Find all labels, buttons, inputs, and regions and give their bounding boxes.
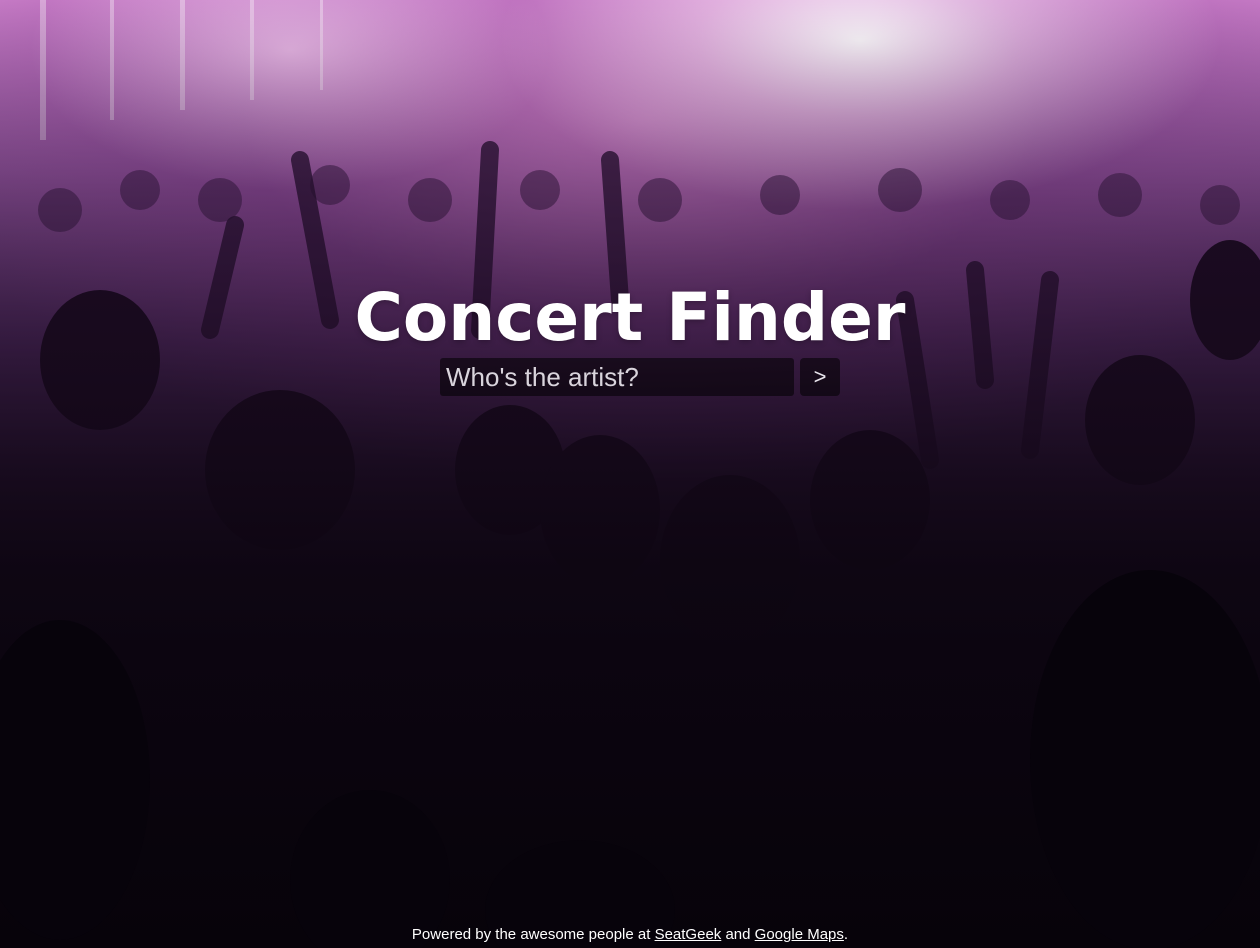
footer-middle: and [721,926,755,943]
concert-crowd-background [0,0,1260,948]
page-title: Concert Finder [354,279,906,356]
artist-search-form: > [440,358,840,396]
footer-prefix: Powered by the awesome people at [411,926,655,943]
search-submit-button[interactable]: > [800,358,840,396]
google-maps-link[interactable]: Google Maps [755,926,844,943]
hero: Concert Finder > [0,278,1260,396]
artist-search-input[interactable] [440,358,794,396]
footer-credits: Powered by the awesome people at SeatGee… [0,925,1260,945]
seatgeek-link[interactable]: SeatGeek [655,926,722,943]
landing-page: Concert Finder > Powered by the awesome … [0,0,1260,948]
footer-suffix: . [843,926,849,943]
